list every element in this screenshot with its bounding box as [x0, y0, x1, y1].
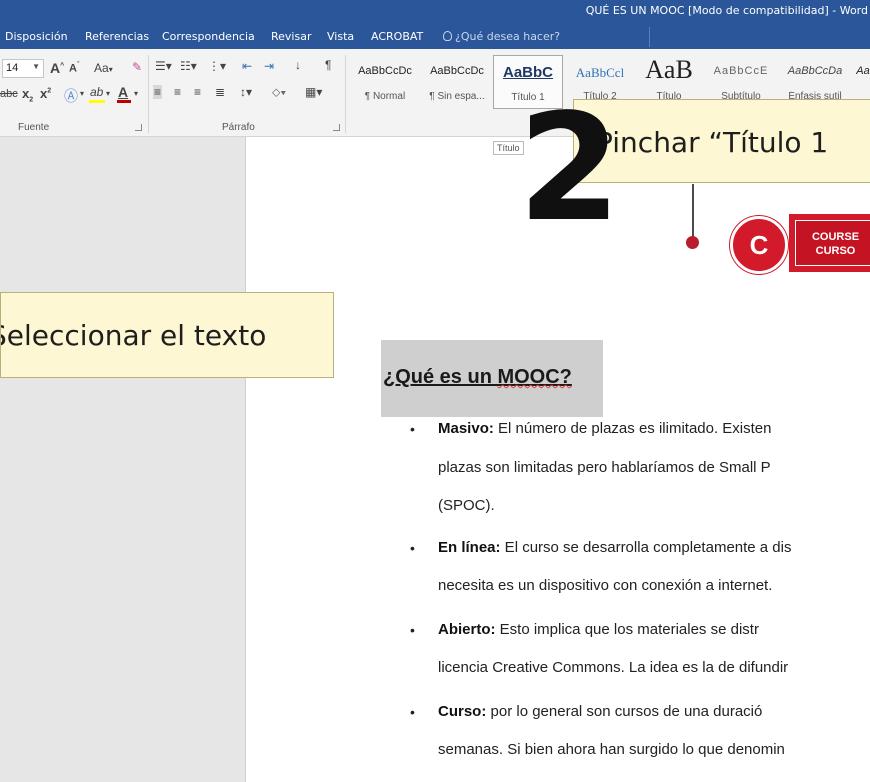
bullet-en-linea-icon: • [410, 540, 415, 556]
ribbon-tabs: Disposición Referencias Correspondencia … [0, 25, 870, 49]
logo-line1: COURSE [811, 231, 860, 243]
step-number: 2 [518, 82, 621, 254]
tab-correspondencia[interactable]: Correspondencia [162, 30, 255, 43]
paragraph-line[interactable]: Masivo: El número de plazas es ilimitado… [438, 420, 772, 437]
chevron-down-icon[interactable]: ▾ [80, 89, 84, 98]
title-bar: QUÉ ES UN MOOC [Modo de compatibilidad] … [0, 0, 870, 25]
line-spacing-icon[interactable]: ↕▾ [240, 85, 252, 99]
sort-icon[interactable]: ↓ [295, 58, 301, 72]
step1-text: Seleccionar el texto [0, 319, 267, 352]
decrease-indent-icon[interactable]: ⇤ [242, 59, 252, 73]
tell-me-box[interactable]: ¿Qué desea hacer? [443, 30, 560, 43]
shrink-font-button[interactable]: Aˇ [69, 62, 79, 75]
paragraph-line[interactable]: licencia Creative Commons. La idea es la… [438, 659, 788, 676]
logo-line2: CURSO [815, 245, 856, 257]
align-center-icon[interactable]: ≡ [174, 85, 181, 99]
font-group-label: Fuente [18, 122, 50, 133]
paragraph-line[interactable]: plazas son limitadas pero hablaríamos de… [438, 459, 771, 476]
paragraph-line[interactable]: En línea: El curso se desarrolla complet… [438, 539, 792, 556]
clear-formatting-icon[interactable]: ✎ [132, 60, 142, 74]
font-size-value: 14 [6, 62, 19, 74]
paragraph-line[interactable]: semanas. Si bien ahora han surgido lo qu… [438, 741, 785, 758]
group-divider [345, 55, 346, 133]
paragraph-group-label: Párrafo [222, 122, 255, 133]
tell-me-label: ¿Qué desea hacer? [455, 30, 561, 43]
tab-referencias[interactable]: Referencias [85, 30, 149, 43]
font-size-select[interactable]: 14 ▼ [2, 59, 44, 78]
bullet-masivo-icon: • [410, 421, 415, 437]
tab-disposicion[interactable]: Disposición [5, 30, 68, 43]
chevron-down-icon: ▼ [32, 62, 40, 71]
chevron-down-icon[interactable]: ▾ [106, 89, 110, 98]
tab-divider [649, 27, 650, 47]
subscript-button[interactable]: x2 [22, 86, 33, 104]
highlight-button[interactable]: ab [90, 85, 103, 99]
grow-font-button[interactable]: A^ [50, 60, 64, 76]
style-normal[interactable]: AaBbCcDc ¶ Normal [352, 55, 418, 109]
paragraph-line[interactable]: (SPOC). [438, 497, 495, 514]
shading-icon[interactable]: ⬦▾ [272, 85, 286, 100]
font-dialog-launcher-icon[interactable] [135, 124, 142, 131]
superscript-button[interactable]: x2 [40, 86, 51, 101]
paragraph-line[interactable]: Curso: por lo general son cursos de una … [438, 703, 762, 720]
pilcrow-icon[interactable]: ¶ [325, 58, 331, 72]
borders-icon[interactable]: ▦▾ [305, 85, 322, 99]
font-color-button[interactable]: A [118, 84, 128, 100]
font-color-swatch [117, 100, 131, 103]
bullets-icon[interactable]: ☰▾ [155, 59, 172, 73]
document-heading[interactable]: ¿Qué es un MOOC? [383, 366, 572, 389]
heading-misspelled-word: MOOC? [497, 366, 572, 388]
align-left-icon[interactable]: ≡ [153, 85, 163, 99]
paragraph-line[interactable]: necesita es un dispositivo con conexión … [438, 577, 772, 594]
highlight-color-swatch [89, 100, 105, 103]
paragraph-dialog-launcher-icon[interactable] [333, 124, 340, 131]
lightbulb-icon [443, 31, 452, 41]
strikethrough-button[interactable]: abc [0, 88, 18, 100]
paragraph-line[interactable]: Abierto: Esto implica que los materiales… [438, 621, 759, 638]
numbering-icon[interactable]: ☷▾ [180, 59, 197, 73]
step1-callout: Seleccionar el texto [0, 292, 334, 378]
callout-connector [692, 184, 694, 238]
group-divider [148, 55, 149, 133]
chevron-down-icon[interactable]: ▾ [134, 89, 138, 98]
step2-text: Pinchar “Título 1 [596, 126, 829, 159]
text-effects-icon[interactable]: Ⓐ [64, 86, 78, 106]
style-no-spacing[interactable]: AaBbCcDc ¶ Sin espa... [424, 55, 490, 109]
tab-vista[interactable]: Vista [327, 30, 354, 43]
bullet-curso-icon: • [410, 704, 415, 720]
bullet-abierto-icon: • [410, 622, 415, 638]
course-logo-banner: COURSE CURSO [789, 214, 870, 272]
callout-connector-dot [686, 236, 699, 249]
course-logo-circle: C [730, 216, 788, 274]
align-right-icon[interactable]: ≡ [194, 85, 201, 99]
window-title: QUÉ ES UN MOOC [Modo de compatibilidad] … [585, 4, 868, 17]
tab-revisar[interactable]: Revisar [271, 30, 311, 43]
multilevel-list-icon[interactable]: ⋮▾ [208, 59, 226, 73]
change-case-button[interactable]: Aa▾ [94, 61, 113, 75]
increase-indent-icon[interactable]: ⇥ [264, 59, 274, 73]
justify-icon[interactable]: ≣ [215, 85, 225, 99]
tab-acrobat[interactable]: ACROBAT [371, 30, 423, 43]
